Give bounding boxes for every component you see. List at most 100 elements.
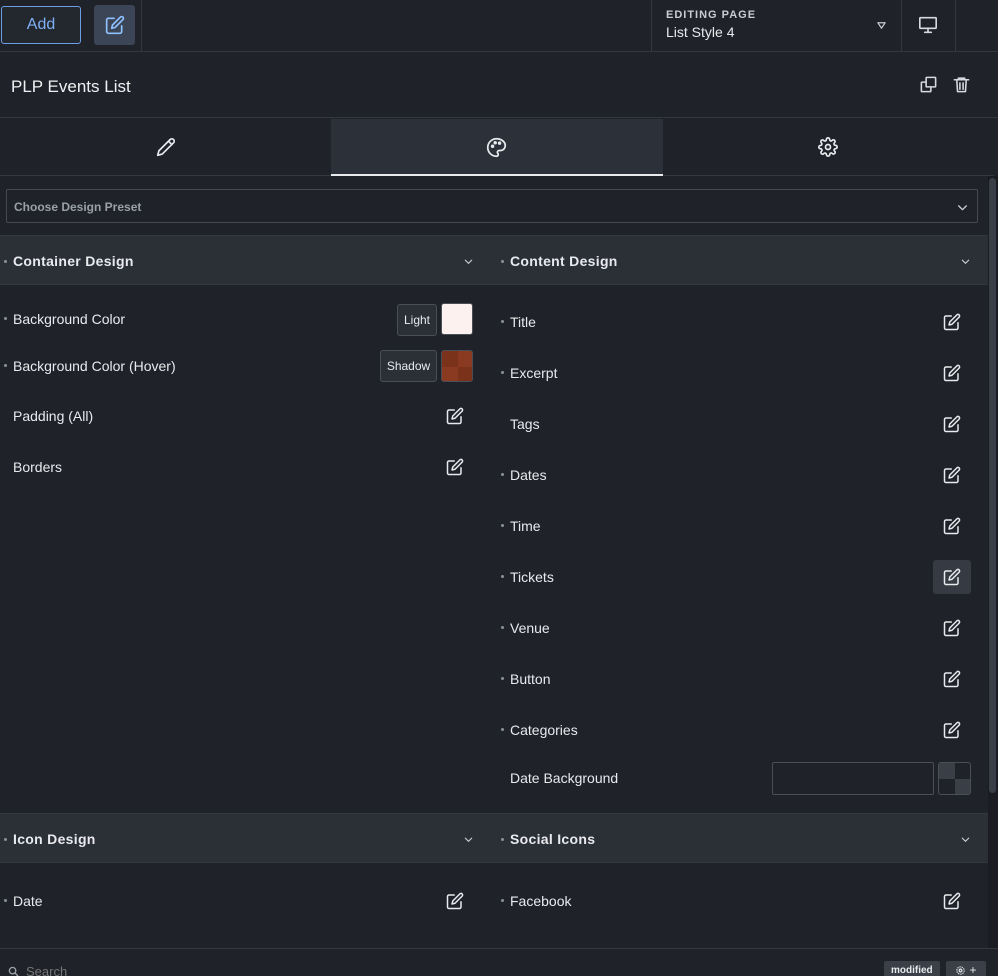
bullet-dot	[501, 260, 504, 263]
background-color-swatch[interactable]	[441, 303, 473, 335]
tickets-label: Tickets	[510, 569, 554, 585]
title-label: Title	[510, 314, 536, 330]
edit-icon	[943, 415, 961, 433]
settings-add-button[interactable]: +	[946, 961, 986, 976]
light-color-chip[interactable]: Light	[397, 304, 437, 336]
bullet-dot	[501, 473, 504, 476]
page-title: PLP Events List	[11, 77, 131, 96]
search-input[interactable]	[26, 963, 326, 976]
date-background-swatch[interactable]	[938, 762, 971, 795]
date-background-input[interactable]	[772, 762, 934, 795]
scrollbar-thumb[interactable]	[989, 178, 996, 793]
social-icons-title[interactable]: Social Icons	[510, 831, 595, 847]
caret-down-icon[interactable]	[877, 21, 886, 30]
bullet-dot	[4, 260, 7, 263]
tab-content[interactable]	[0, 119, 331, 175]
facebook-label: Facebook	[510, 893, 572, 909]
borders-edit-button[interactable]	[436, 450, 474, 484]
time-edit-button[interactable]	[933, 509, 971, 543]
dates-label: Dates	[510, 467, 547, 483]
tab-settings[interactable]	[663, 119, 994, 175]
date-background-label: Date Background	[510, 770, 619, 786]
add-button[interactable]: Add	[1, 6, 81, 44]
icon-date-label: Date	[13, 893, 43, 909]
bullet-dot	[501, 575, 504, 578]
bullet-dot	[501, 320, 504, 323]
edit-icon	[446, 407, 464, 425]
background-color-label: Background Color	[13, 311, 126, 327]
icon-date-edit-button[interactable]	[436, 884, 474, 918]
chevron-down-icon[interactable]	[960, 834, 971, 845]
modified-badge[interactable]: modified	[884, 961, 940, 976]
trash-icon[interactable]	[952, 75, 971, 94]
bullet-dot	[501, 371, 504, 374]
bullet-dot	[4, 364, 7, 367]
edit-icon	[943, 619, 961, 637]
button-edit-button[interactable]	[933, 662, 971, 696]
borders-label: Borders	[13, 459, 63, 475]
venue-label: Venue	[510, 620, 550, 636]
editing-page-label: EDITING PAGE	[666, 9, 757, 21]
edit-icon	[943, 466, 961, 484]
bullet-dot	[501, 524, 504, 527]
button-label: Button	[510, 671, 551, 687]
facebook-edit-button[interactable]	[933, 884, 971, 918]
editing-page-value: List Style 4	[666, 24, 735, 40]
tab-design[interactable]	[331, 119, 663, 176]
section-bar-row-1: Container Design Content Design	[0, 235, 988, 285]
content-design-title[interactable]: Content Design	[510, 253, 618, 269]
edit-icon	[943, 364, 961, 382]
divider	[901, 0, 902, 52]
chevron-down-icon[interactable]	[960, 256, 971, 267]
panel-tabs	[0, 119, 994, 176]
bullet-dot	[501, 677, 504, 680]
container-design-title[interactable]: Container Design	[13, 253, 134, 269]
categories-edit-button[interactable]	[933, 713, 971, 747]
icon-design-title[interactable]: Icon Design	[13, 831, 96, 847]
design-preset-placeholder: Choose Design Preset	[14, 200, 142, 214]
panel-header: PLP Events List	[0, 53, 998, 118]
palette-icon	[486, 137, 507, 158]
bullet-dot	[501, 728, 504, 731]
venue-edit-button[interactable]	[933, 611, 971, 645]
tags-label: Tags	[510, 416, 540, 432]
excerpt-edit-button[interactable]	[933, 356, 971, 390]
chevron-down-icon[interactable]	[463, 834, 474, 845]
bullet-dot	[501, 899, 504, 902]
background-color-hover-swatch[interactable]	[441, 350, 473, 382]
design-preset-select[interactable]: Choose Design Preset	[6, 189, 978, 223]
edit-icon	[943, 721, 961, 739]
chevron-down-icon	[956, 201, 969, 214]
bullet-dot	[4, 838, 7, 841]
chevron-down-icon[interactable]	[463, 256, 474, 267]
bullet-dot	[501, 838, 504, 841]
edit-icon	[446, 458, 464, 476]
padding-edit-button[interactable]	[436, 399, 474, 433]
pencil-icon	[156, 137, 176, 157]
bullet-dot	[501, 626, 504, 629]
desktop-monitor-icon[interactable]	[918, 16, 938, 34]
time-label: Time	[510, 518, 541, 534]
divider	[955, 0, 956, 52]
divider	[141, 0, 142, 52]
bullet-dot	[4, 899, 7, 902]
background-color-hover-label: Background Color (Hover)	[13, 358, 176, 374]
excerpt-label: Excerpt	[510, 365, 558, 381]
bottom-bar: modified +	[0, 948, 998, 976]
edit-icon	[105, 15, 125, 35]
gear-icon	[818, 137, 839, 157]
shadow-color-chip[interactable]: Shadow	[380, 350, 437, 382]
padding-all-label: Padding (All)	[13, 408, 94, 424]
edit-icon	[943, 517, 961, 535]
dates-edit-button[interactable]	[933, 458, 971, 492]
swatch-pattern	[939, 763, 970, 794]
plus-label: +	[969, 963, 977, 976]
divider	[651, 0, 652, 52]
edit-mode-button[interactable]	[94, 5, 135, 45]
tags-edit-button[interactable]	[933, 407, 971, 441]
duplicate-icon[interactable]	[919, 75, 938, 94]
title-edit-button[interactable]	[933, 305, 971, 339]
editing-page-selector[interactable]: EDITING PAGE List Style 4	[666, 9, 756, 40]
top-bar: Add EDITING PAGE List Style 4	[0, 0, 998, 52]
tickets-edit-button[interactable]	[933, 560, 971, 594]
